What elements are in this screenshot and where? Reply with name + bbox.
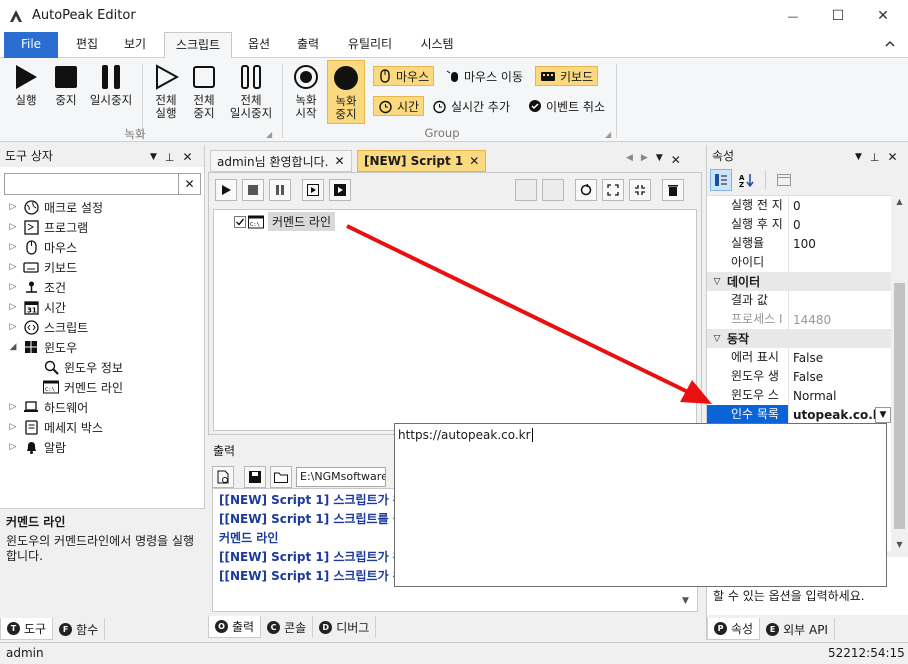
argument-editor-popup[interactable]: https://autopeak.co.kr: [394, 423, 887, 587]
argument-text[interactable]: https://autopeak.co.kr: [398, 428, 531, 442]
text-cursor: [531, 428, 533, 442]
status-time: 52212:54:15: [828, 646, 905, 660]
status-user: admin: [6, 646, 44, 660]
status-bar: admin 52212:54:15: [0, 642, 908, 664]
